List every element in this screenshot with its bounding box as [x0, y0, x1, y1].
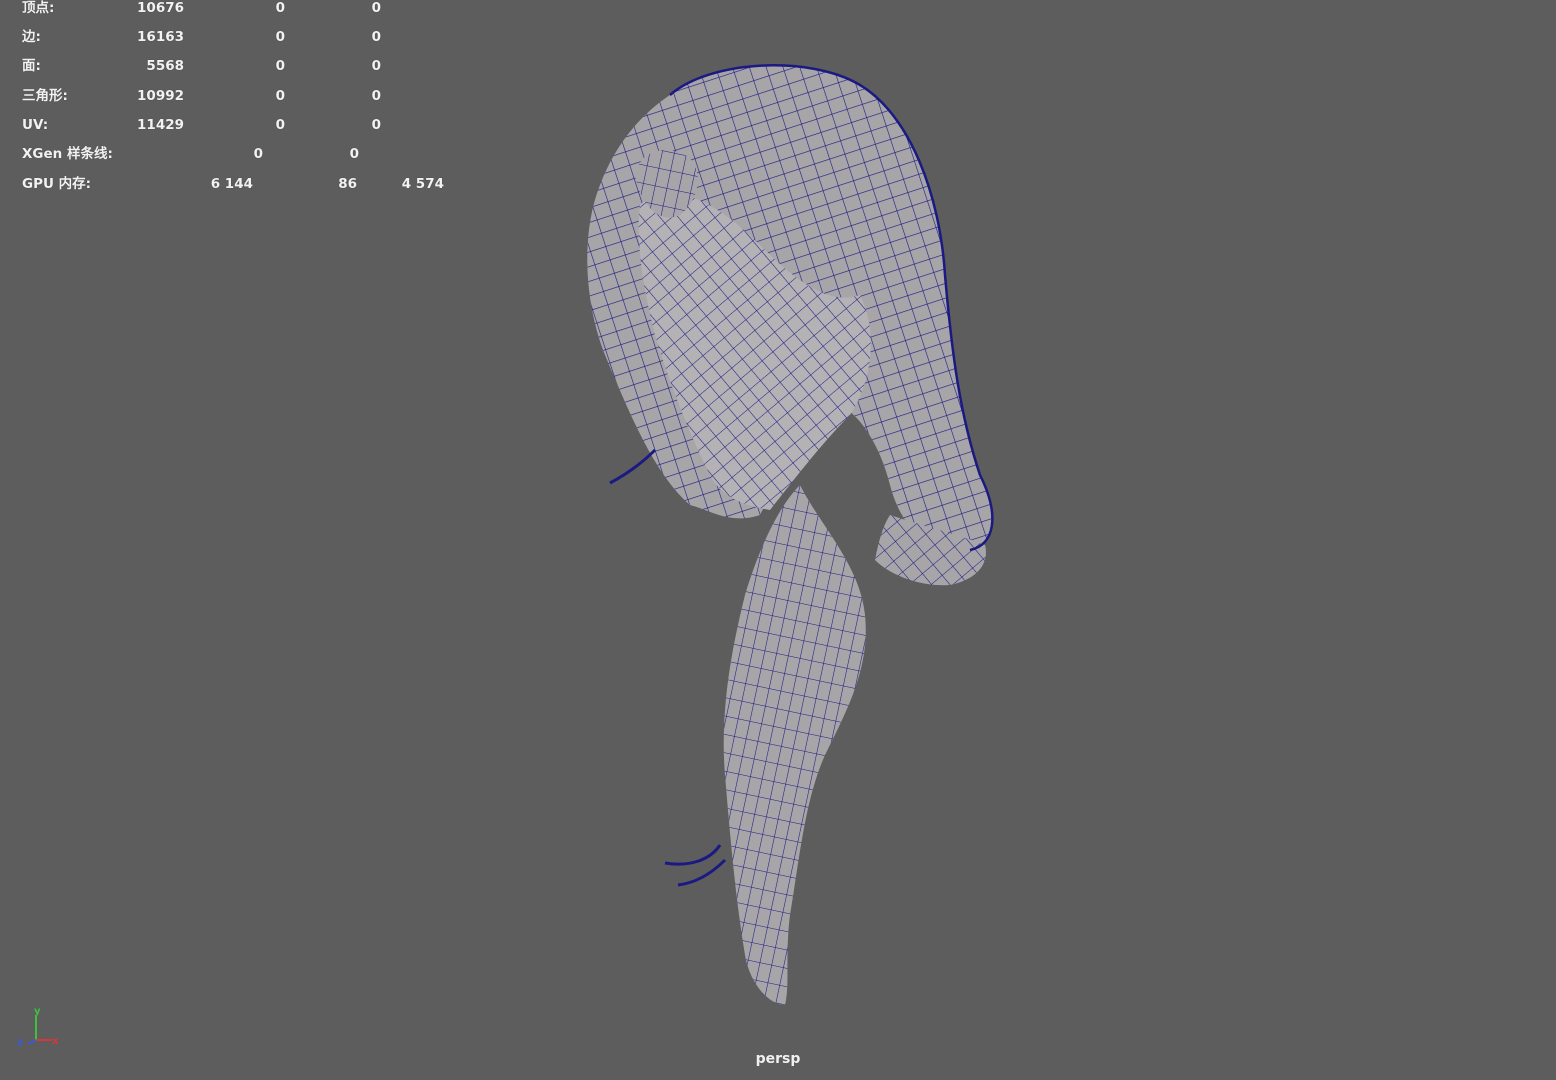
- hud-value: 0: [371, 29, 381, 45]
- hud-row-vertices: 顶点: 10676 0 0: [0, 0, 470, 19]
- camera-name-label: persp: [755, 1051, 801, 1067]
- heads-up-display: 顶点: 10676 0 0 边: 16163 0 0 面: 5568 0 0 三…: [0, 0, 470, 200]
- hud-row-faces: 面: 5568 0 0: [0, 57, 470, 77]
- axis-x-label: x: [52, 1036, 59, 1047]
- hud-row-uvs: UV: 11429 0 0: [0, 116, 470, 136]
- hud-value: 10992: [137, 88, 184, 104]
- hair-strand-left: [609, 448, 657, 485]
- hud-value: 0: [371, 58, 381, 74]
- hair-strand-bottom-left: [664, 844, 722, 866]
- hud-value: 0: [275, 58, 285, 74]
- axis-y-label: y: [34, 1006, 41, 1017]
- hud-value: 6 144: [210, 176, 253, 192]
- hud-row-gpu-memory: GPU 内存: 6 144 86 4 574: [0, 175, 470, 195]
- hud-row-edges: 边: 16163 0 0: [0, 28, 470, 48]
- hud-label: 三角形:: [22, 88, 68, 104]
- hud-value: 0: [275, 0, 285, 16]
- hud-label: XGen 样条线:: [22, 146, 113, 162]
- hud-value: 0: [253, 146, 263, 162]
- hud-value: 86: [338, 176, 357, 192]
- axis-z-label: z: [17, 1037, 23, 1048]
- hud-value: 0: [371, 0, 381, 16]
- hud-value: 0: [371, 88, 381, 104]
- hud-value: 16163: [137, 29, 184, 45]
- hud-value: 0: [371, 117, 381, 133]
- hud-label: GPU 内存:: [22, 176, 92, 192]
- hud-label: 面:: [22, 58, 41, 74]
- hair-mesh[interactable]: [560, 55, 1020, 1020]
- hud-value: 11429: [137, 117, 184, 133]
- hud-row-xgen-splines: XGen 样条线: 0 0: [0, 145, 470, 165]
- hud-value: 10676: [137, 0, 184, 16]
- hud-value: 4 574: [401, 176, 444, 192]
- hud-value: 0: [275, 29, 285, 45]
- hud-value: 0: [275, 88, 285, 104]
- viewport-persp[interactable]: 顶点: 10676 0 0 边: 16163 0 0 面: 5568 0 0 三…: [0, 0, 1556, 1080]
- hud-value: 0: [275, 117, 285, 133]
- hud-label: 顶点:: [22, 0, 55, 16]
- hud-label: UV:: [22, 117, 49, 133]
- hud-value: 5568: [146, 58, 184, 74]
- hud-row-triangles: 三角形: 10992 0 0: [0, 87, 470, 107]
- hud-label: 边:: [22, 29, 41, 45]
- axis-gizmo: y x z: [17, 1006, 59, 1048]
- hud-value: 0: [349, 146, 359, 162]
